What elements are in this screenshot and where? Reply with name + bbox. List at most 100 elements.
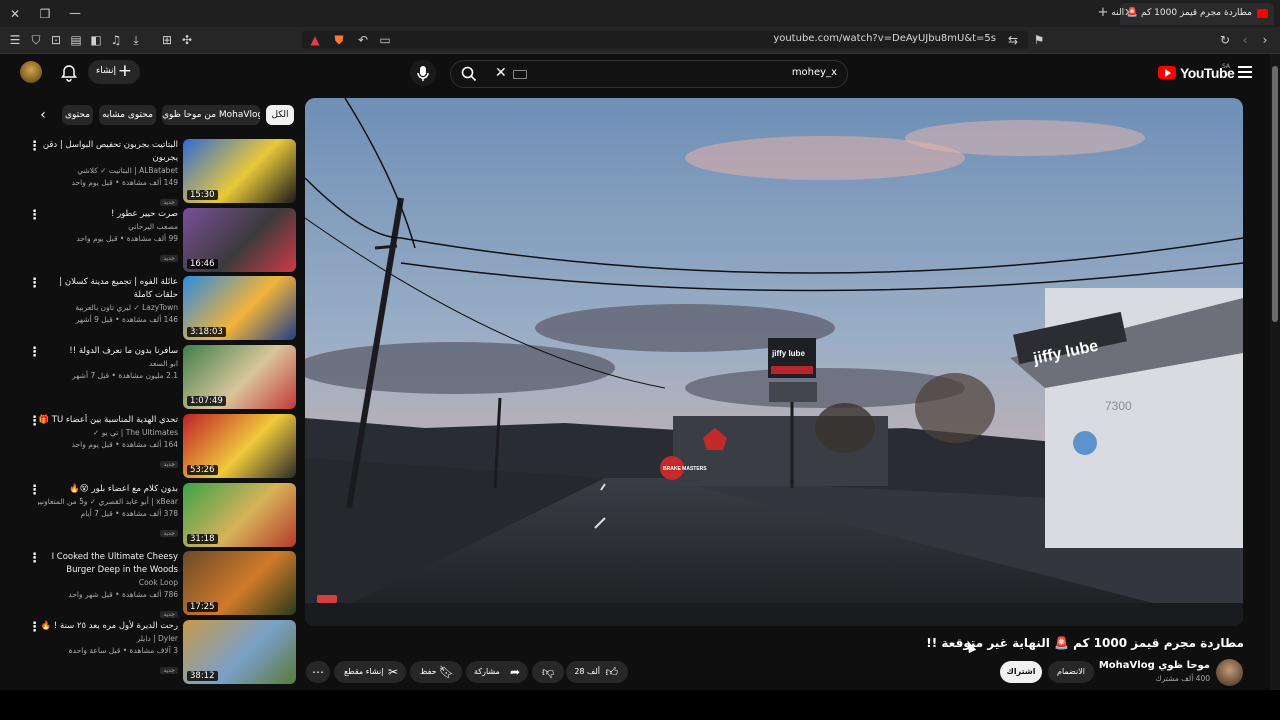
video-title[interactable]: تحدي الهدية المناسبة بين أعضاء TU 🎁 (38, 414, 178, 427)
voice-search-mic-icon[interactable] (410, 60, 436, 86)
bookmarks-icon[interactable]: ⊡ (49, 33, 63, 47)
related-video-item[interactable]: ⋮ عائلة الفوه | تجميع مدينة كسلان | حلقات… (20, 276, 296, 340)
music-icon[interactable]: ♫ (109, 33, 123, 47)
video-thumbnail[interactable]: 31:18 (183, 483, 296, 547)
reload-icon[interactable]: ↻ (1218, 33, 1232, 47)
video-player[interactable]: jiffy lube 7300 jiffy lube BRAKE MASTERS (305, 98, 1243, 626)
tree (915, 373, 995, 443)
share-button[interactable]: ➦ مشاركة (466, 661, 528, 683)
video-channel[interactable]: مصعب اليرحاني (38, 221, 178, 233)
video-views: 3 آلاف مشاهدة • قبل ساعة واحدة (68, 646, 178, 655)
bookmark-icon[interactable]: ⚑ (1032, 33, 1046, 47)
clip-button[interactable]: ✂ إنشاء مقطع (334, 661, 406, 683)
account-avatar[interactable] (20, 61, 42, 83)
related-video-item[interactable]: ⋮ رحت الديرة لأول مره بعد ٢٥ سنة ! 🔥 Dyler… (20, 620, 296, 684)
browser-titlebar: ✕ ❐ — + ✕ مطاردة مجرم قيمز 1000 كم 🚨 الن… (0, 0, 1280, 27)
video-thumbnail[interactable]: 3:18:03 (183, 276, 296, 340)
sidebar-menu-icon[interactable]: ☰ (8, 33, 22, 47)
save-button[interactable]: 🔖︎ حفظ (410, 661, 462, 683)
chip-related[interactable]: محتوى مشابه (99, 105, 156, 125)
chip-all[interactable]: الكل (266, 105, 294, 125)
video-channel[interactable]: LazyTown ✓ ليزي تاون بالعربية (38, 302, 178, 314)
reading-list-icon[interactable]: ▤ (69, 33, 83, 47)
hamburger-menu-icon[interactable] (1238, 66, 1252, 78)
search-input[interactable]: ✕ mohey_x (450, 60, 848, 88)
video-duration: 1:07:49 (187, 396, 226, 406)
search-icon[interactable] (461, 66, 477, 82)
download-icon[interactable]: ⤓ (129, 33, 143, 47)
minimize-window-icon[interactable]: — (68, 6, 82, 20)
video-channel[interactable]: Dyler | دايلر (38, 633, 178, 645)
related-video-item[interactable]: ⋮ I Cooked the Ultimate Cheesy Burger Dee… (20, 551, 296, 618)
cloud (305, 342, 615, 394)
forward-icon[interactable]: › (1258, 33, 1272, 47)
channel-avatar[interactable] (1216, 659, 1243, 686)
video-duration: 15:30 (187, 190, 218, 200)
related-video-item[interactable]: ⋮ بدون كلام مع اعضاء بلور 😵🔥 xBear | أبو ع… (20, 483, 296, 547)
video-thumbnail[interactable]: 53:26 (183, 414, 296, 478)
video-channel[interactable]: The Ultimates | تي يو ✓ (38, 427, 178, 439)
video-meta: رحت الديرة لأول مره بعد ٢٥ سنة ! 🔥 Dyler … (38, 620, 178, 676)
translate-icon[interactable]: ⇆ (1006, 33, 1020, 47)
shield-icon[interactable]: ⛉ (29, 33, 43, 47)
video-meta: البتاتيت بجربون تحفيص البواسل | دقن يجرب… (38, 139, 178, 208)
video-thumbnail[interactable]: 15:30 (183, 139, 296, 203)
warning-icon: ▲ (310, 33, 320, 47)
notifications-bell-icon[interactable] (60, 64, 78, 82)
video-channel[interactable]: ابو السعد (38, 358, 178, 370)
chip-scroll-left-icon[interactable]: ‹ (34, 106, 52, 124)
cast-icon[interactable]: ▭ (378, 33, 392, 47)
related-video-item[interactable]: ⋮ تحدي الهدية المناسبة بين أعضاء TU 🎁 The … (20, 414, 296, 478)
maximize-window-icon[interactable]: ❐ (38, 7, 52, 21)
subscribe-button[interactable]: اشتراك (1000, 661, 1042, 683)
clear-search-icon[interactable]: ✕ (495, 65, 507, 81)
extensions-icon[interactable]: ✣ (180, 33, 194, 47)
video-duration: 3:18:03 (187, 327, 226, 337)
video-meta: صرت حيير عطور ! مصعب اليرحاني 99 ألف مشاهد… (38, 208, 178, 264)
chip-from-channel[interactable]: من موحا ظوي MohaVlog (162, 105, 260, 125)
new-badge: جديد (160, 667, 178, 674)
chip-content[interactable]: محتوى (62, 105, 93, 125)
video-views: 378 ألف مشاهدة • قبل 7 أيام (80, 509, 178, 518)
close-window-icon[interactable]: ✕ (8, 7, 22, 21)
panel-icon[interactable]: ◧ (89, 33, 103, 47)
video-title[interactable]: I Cooked the Ultimate Cheesy Burger Deep… (38, 551, 178, 577)
tree (815, 403, 875, 453)
related-video-item[interactable]: ⋮ صرت حيير عطور ! مصعب اليرحاني 99 ألف مشاه… (20, 208, 296, 272)
video-title[interactable]: عائلة الفوه | تجميع مدينة كسلان | حلقات … (38, 276, 178, 302)
video-thumbnail[interactable]: 17:25 (183, 551, 296, 615)
video-thumbnail[interactable]: 16:46 (183, 208, 296, 272)
subscriber-count: 400 ألف مشترك (1155, 674, 1210, 683)
video-thumbnail[interactable]: 1:07:49 (183, 345, 296, 409)
video-title[interactable]: بدون كلام مع اعضاء بلور 😵🔥 (38, 483, 178, 496)
new-tab-icon[interactable]: + (1096, 6, 1110, 20)
back-icon[interactable]: ‹ (1238, 33, 1252, 47)
scrollbar-thumb[interactable] (1272, 66, 1278, 322)
plus-icon: + (117, 61, 132, 81)
related-video-item[interactable]: ⋮ سافرنا بدون ما نعرف الدولة !! ابو السعد 2… (20, 345, 296, 409)
brave-shield-icon[interactable]: ⛊ (332, 33, 346, 47)
video-title[interactable]: البتاتيت بجربون تحفيص البواسل | دقن يجرب… (38, 139, 178, 165)
like-button[interactable]: 👍︎ 28 ألف (566, 661, 628, 683)
browser-tab[interactable]: ✕ مطاردة مجرم قيمز 1000 كم 🚨 النه (1111, 3, 1274, 25)
keyboard-icon[interactable] (513, 70, 527, 79)
related-video-item[interactable]: ⋮ البتاتيت بجربون تحفيص البواسل | دقن يجر… (20, 139, 296, 206)
address-bar[interactable]: ▲ ⛊ ↶ ▭ youtube.com/watch?v=DeAyUJbu8mU&… (302, 31, 1028, 49)
video-title[interactable]: صرت حيير عطور ! (38, 208, 178, 221)
video-title[interactable]: رحت الديرة لأول مره بعد ٢٥ سنة ! 🔥 (38, 620, 178, 633)
video-channel[interactable]: Cook Loop (38, 577, 178, 589)
video-title[interactable]: سافرنا بدون ما نعرف الدولة !! (38, 345, 178, 358)
share-icon[interactable]: ↶ (356, 33, 370, 47)
create-button[interactable]: إنشاء + (88, 60, 140, 84)
more-actions-icon[interactable]: ⋯ (306, 661, 330, 683)
pole-sign-lower (769, 382, 817, 402)
dislike-button[interactable]: 👎︎ (532, 661, 564, 683)
video-channel[interactable]: xBear | أبو عابد القصري ✓ و5 من المتعاون… (38, 496, 178, 508)
youtube-favicon-icon (1257, 9, 1268, 18)
building-number: 7300 (1105, 399, 1132, 413)
video-thumbnail[interactable]: 38:12 (183, 620, 296, 684)
channel-name[interactable]: موحا ظوي MohaVlog (1082, 660, 1210, 671)
join-button[interactable]: الانضمام (1048, 661, 1094, 683)
video-channel[interactable]: ALBatabet | البتاتيت ✓ كلاشي (38, 165, 178, 177)
screenshot-icon[interactable]: ⊞ (160, 33, 174, 47)
